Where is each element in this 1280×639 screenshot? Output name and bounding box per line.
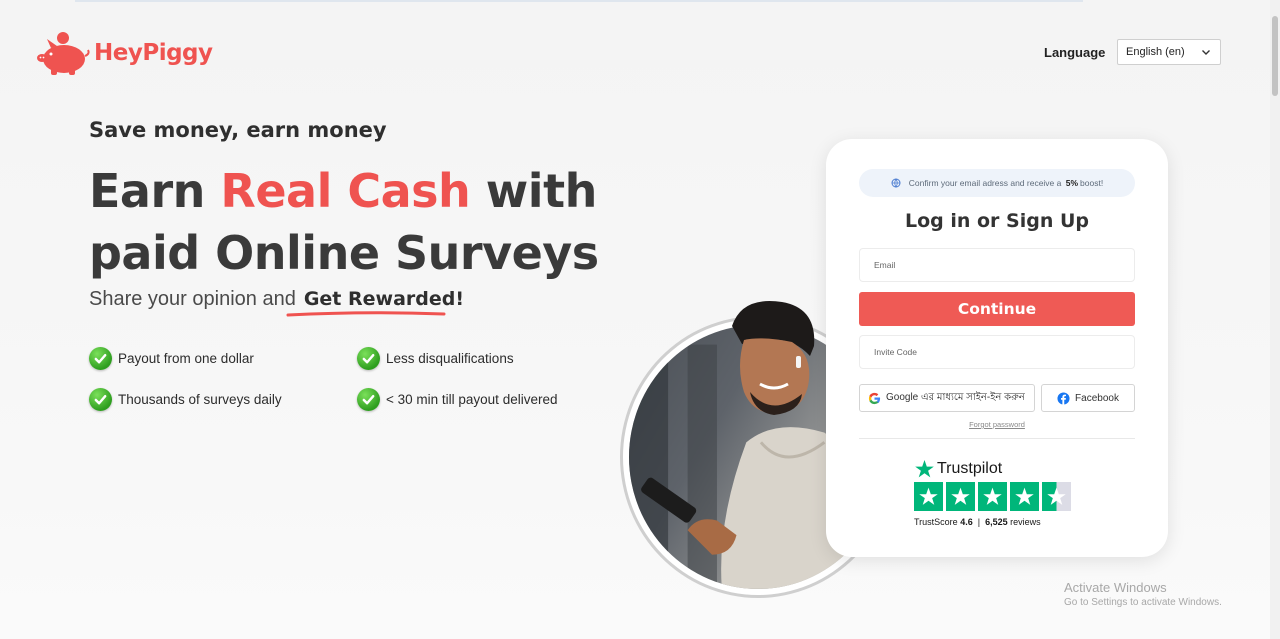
trustpilot-logo: Trustpilot [914,459,1074,479]
trustpilot-widget[interactable]: Trustpilot TrustScore 4.6 | 6,525 review… [914,459,1074,527]
activate-windows-title: Activate Windows [1064,580,1167,595]
scrollbar-thumb[interactable] [1272,16,1278,96]
activate-windows-subtitle: Go to Settings to activate Windows. [1064,597,1222,608]
check-icon [89,347,112,370]
underline-swoosh-icon [286,311,446,317]
language-select[interactable]: English (en) [1117,39,1221,65]
divider [859,438,1135,439]
trustpilot-star-icon [1010,482,1039,511]
boost-text: Confirm your email adress and receive a [908,178,1062,188]
subline-strong-text: Get Rewarded! [303,288,465,310]
trustscore-separator: | [977,517,981,527]
headline-line-2: paid Online Surveys [89,226,599,280]
email-placeholder: Email [874,260,896,270]
feature-item: < 30 min till payout delivered [357,388,569,411]
review-count: 6,525 [985,517,1008,527]
headline-text-end: with [470,164,598,218]
globe-icon [891,178,901,188]
reviews-label: reviews [1010,517,1041,527]
hero-section: Save money, earn money Earn Real Cash wi… [89,118,599,317]
feature-label: Less disqualifications [386,351,514,366]
facebook-icon [1057,391,1070,405]
check-icon [89,388,112,411]
trustpilot-star-icon [915,460,934,478]
feature-item: Payout from one dollar [89,347,357,370]
facebook-label: Facebook [1075,392,1119,404]
google-label: Google এর মাধ্যমে সাইন-ইন করুন [886,391,1025,403]
subline-strong: Get Rewarded! [286,288,465,317]
trustpilot-star-icon [978,482,1007,511]
headline-text: Earn [89,164,221,218]
brand-logo[interactable]: HeyPiggy [34,30,213,76]
trustpilot-name: Trustpilot [937,460,1003,477]
language-selected-value: English (en) [1126,46,1185,58]
hero-headline: Earn Real Cash with paid Online Surveys [89,160,599,284]
trustscore-value: 4.6 [960,517,973,527]
headline-line-1: Earn Real Cash with [89,160,599,222]
windows-activation-watermark: Activate Windows Go to Settings to activ… [1064,580,1222,608]
boost-text-end: boost! [1080,178,1104,188]
language-label: Language [1044,45,1106,60]
trustpilot-star-icon [914,482,943,511]
check-icon [357,347,380,370]
trustpilot-half-star-icon [1042,482,1071,511]
person-head-image [732,301,815,415]
login-card: Confirm your email adress and receive a … [826,139,1168,557]
invite-placeholder: Invite Code [874,347,917,357]
trustscore-label: TrustScore [914,517,958,527]
feature-label: Thousands of surveys daily [118,392,282,407]
feature-list: Payout from one dollar Less disqualifica… [89,347,569,411]
top-border [75,0,1083,2]
continue-button[interactable]: Continue [859,292,1135,326]
facebook-signin-button[interactable]: Facebook [1041,384,1135,412]
email-boost-banner: Confirm your email adress and receive a … [859,169,1135,197]
feature-item: Less disqualifications [357,347,569,370]
hero-tagline: Save money, earn money [89,118,387,142]
boost-percent: 5% [1065,178,1079,188]
feature-label: Payout from one dollar [118,351,254,366]
subline-text: Share your opinion and [89,288,296,310]
piggy-bank-icon [37,32,90,75]
page-scrollbar[interactable] [1270,0,1280,639]
headline-accent: Real Cash [220,164,471,218]
google-signin-button[interactable]: Google এর মাধ্যমে সাইন-ইন করুন [859,384,1035,412]
brand-name: HeyPiggy [94,40,213,66]
google-icon [868,392,881,404]
chevron-down-icon [1202,50,1210,55]
invite-code-input[interactable]: Invite Code [859,335,1135,369]
trustpilot-stars [914,482,1074,511]
forgot-password-link[interactable]: Forgot password [826,420,1168,429]
login-title: Log in or Sign Up [904,210,1090,232]
check-icon [357,388,380,411]
feature-label: < 30 min till payout delivered [386,392,558,407]
feature-item: Thousands of surveys daily [89,388,357,411]
email-input[interactable]: Email [859,248,1135,282]
hero-subline: Share your opinion and Get Rewarded! [89,288,599,317]
trustpilot-star-icon [946,482,975,511]
trustpilot-score: TrustScore 4.6 | 6,525 reviews [914,517,1074,527]
